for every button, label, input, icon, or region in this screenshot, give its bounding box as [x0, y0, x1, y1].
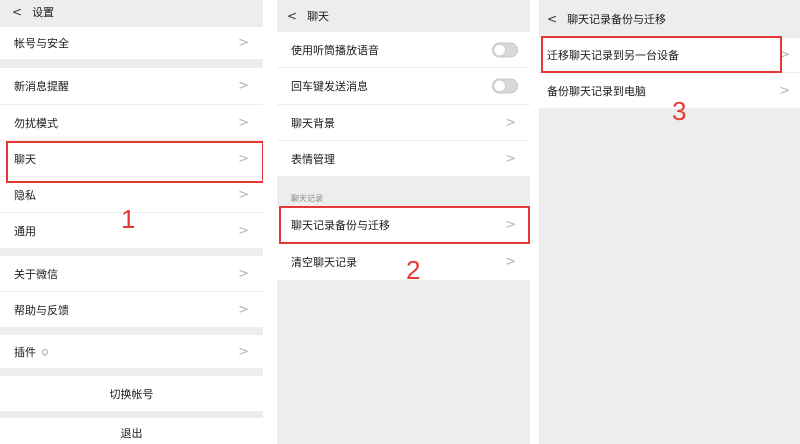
backup-to-computer-item[interactable]: 备份聊天记录到电脑 >: [539, 73, 800, 109]
settings-item-help-feedback[interactable]: 帮助与反馈 >: [0, 292, 263, 328]
migrate-to-device-item[interactable]: 迁移聊天记录到另一台设备 >: [539, 38, 800, 73]
chat-title: 聊天: [307, 10, 330, 23]
step-number-3: 3: [672, 96, 687, 126]
chevron-right-icon: >: [505, 151, 516, 166]
chat-item-sticker-management[interactable]: 表情管理 >: [277, 141, 530, 177]
earpiece-toggle-switch[interactable]: [492, 42, 518, 57]
backup-item-label: 迁移聊天记录到另一台设备: [547, 49, 679, 62]
chevron-right-icon: >: [505, 254, 516, 270]
settings-item-label: 帮助与反馈: [14, 303, 69, 317]
settings-item-label: 新消息提醒: [14, 80, 69, 93]
toggle-knob: [494, 80, 505, 92]
chat-item-background[interactable]: 聊天背景 >: [277, 105, 530, 141]
settings-nav-bar: < 设置: [0, 0, 263, 24]
settings-panel: < 设置 帐号与安全 > 新消息提醒 > 勿扰模式 > 聊天 > 隐私 > 通用…: [0, 0, 263, 444]
toggle-label: 使用听筒播放语音: [291, 43, 379, 57]
settings-item-account-security[interactable]: 帐号与安全 >: [0, 27, 263, 60]
settings-item-chat[interactable]: 聊天 >: [0, 141, 263, 177]
chevron-right-icon: >: [238, 187, 249, 202]
settings-item-notifications[interactable]: 新消息提醒 >: [0, 68, 263, 105]
switch-account-button[interactable]: 切换帐号: [0, 376, 263, 412]
settings-title: 设置: [32, 6, 55, 19]
toggle-row-earpiece-playback: 使用听筒播放语音: [277, 32, 530, 68]
chat-item-label: 清空聊天记录: [291, 256, 357, 269]
settings-item-label: 聊天: [14, 152, 36, 166]
chevron-right-icon: >: [779, 47, 790, 63]
enter-send-toggle-switch[interactable]: [492, 78, 518, 94]
settings-item-label: 关于微信: [14, 267, 58, 281]
chevron-right-icon: >: [505, 217, 516, 232]
chevron-right-icon: >: [238, 115, 249, 130]
chevron-right-icon: >: [238, 266, 249, 281]
chevron-right-icon: >: [238, 223, 249, 238]
chat-item-label: 聊天记录备份与迁移: [291, 218, 390, 232]
chat-item-label: 表情管理: [291, 152, 335, 166]
back-arrow-icon[interactable]: <: [287, 9, 297, 23]
settings-item-label: 通用: [14, 224, 36, 238]
backup-nav-bar: < 聊天记录备份与迁移: [539, 0, 800, 38]
chat-item-clear-history[interactable]: 清空聊天记录 >: [277, 244, 530, 281]
chat-nav-bar: < 聊天: [277, 0, 530, 32]
toggle-label: 回车键发送消息: [291, 80, 368, 93]
chevron-right-icon: >: [238, 35, 249, 51]
settings-item-label: 隐私: [14, 188, 36, 202]
switch-account-label: 切换帐号: [109, 387, 154, 401]
chat-item-label: 聊天背景: [291, 116, 335, 130]
toggle-knob: [494, 44, 505, 55]
chevron-right-icon: >: [238, 302, 249, 317]
settings-item-label: 帐号与安全: [14, 37, 69, 50]
logout-label: 退出: [120, 426, 143, 440]
chevron-right-icon: >: [238, 78, 249, 94]
chevron-right-icon: >: [238, 344, 249, 359]
settings-item-do-not-disturb[interactable]: 勿扰模式 >: [0, 105, 263, 141]
settings-item-label: 插件: [14, 345, 36, 359]
step-number-2: 2: [406, 255, 421, 285]
chat-item-backup-migrate[interactable]: 聊天记录备份与迁移 >: [277, 206, 530, 244]
back-arrow-icon[interactable]: <: [12, 5, 22, 19]
backup-item-label: 备份聊天记录到电脑: [547, 84, 646, 98]
chat-settings-panel: < 聊天 使用听筒播放语音 回车键发送消息 聊天背景 > 表情管理 > 聊天记录…: [277, 0, 530, 444]
chevron-right-icon: >: [779, 83, 790, 98]
chevron-right-icon: >: [505, 115, 516, 130]
toggle-row-enter-to-send: 回车键发送消息: [277, 68, 530, 105]
settings-item-label: 勿扰模式: [14, 116, 58, 130]
back-arrow-icon[interactable]: <: [547, 12, 557, 26]
backup-title: 聊天记录备份与迁移: [567, 13, 667, 26]
backup-migrate-panel: < 聊天记录备份与迁移 迁移聊天记录到另一台设备 > 备份聊天记录到电脑 > 3: [539, 0, 800, 444]
settings-item-plugins[interactable]: 插件 >: [0, 335, 263, 369]
step-number-1: 1: [121, 204, 136, 234]
chevron-right-icon: >: [238, 151, 249, 166]
settings-item-about[interactable]: 关于微信 >: [0, 256, 263, 292]
section-label-chat-history: 聊天记录: [291, 194, 323, 203]
logout-button[interactable]: 退出: [0, 418, 263, 444]
location-pin-icon: [40, 347, 50, 356]
